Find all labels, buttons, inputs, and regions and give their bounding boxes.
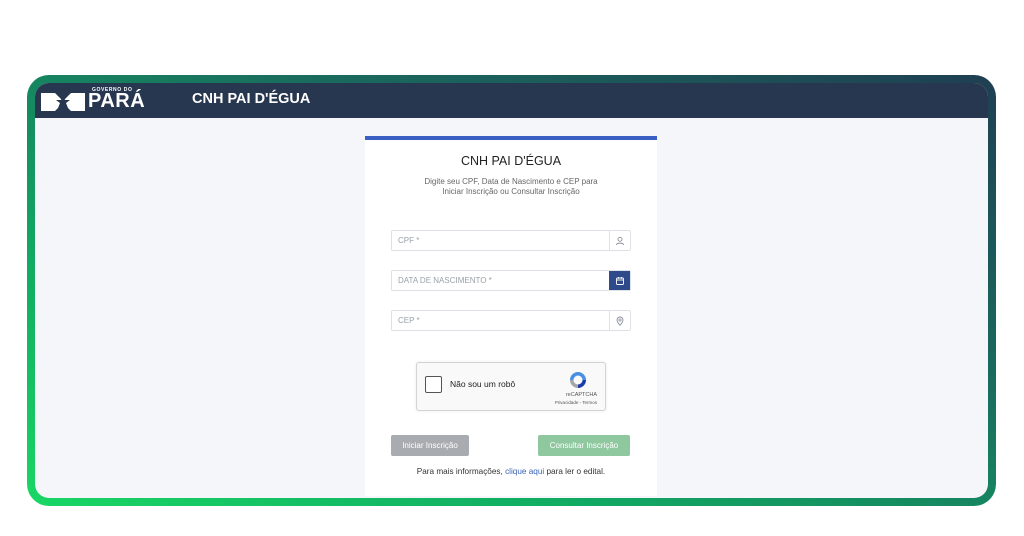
app-title: CNH PAI D'ÉGUA	[192, 91, 311, 107]
recaptcha-checkbox[interactable]	[425, 376, 442, 393]
logo-wordmark: PARÁ	[88, 90, 146, 112]
window-frame: GOVERNO DO PARÁ CNH PAI D'ÉGUA CNH PAI D…	[27, 75, 996, 506]
start-registration-button[interactable]: Iniciar Inscrição	[391, 435, 469, 456]
recaptcha-links[interactable]: Privacidade - Termos	[555, 400, 597, 405]
user-icon	[609, 231, 630, 250]
star-flag-icon	[41, 93, 85, 111]
login-card: CNH PAI D'ÉGUA Digite seu CPF, Data de N…	[365, 136, 657, 496]
cep-field-group	[391, 310, 631, 331]
info-prefix: Para mais informações,	[416, 467, 506, 476]
card-title: CNH PAI D'ÉGUA	[460, 154, 562, 168]
edital-link[interactable]: clique aqui	[505, 467, 544, 476]
birthdate-field-group	[391, 270, 631, 291]
card-subtitle: Digite seu CPF, Data de Nascimento e CEP…	[405, 177, 617, 197]
top-navbar: GOVERNO DO PARÁ CNH PAI D'ÉGUA	[35, 83, 988, 118]
subtitle-line-2: Iniciar Inscrição ou Consultar Inscrição	[442, 187, 580, 196]
cep-input[interactable]	[392, 311, 608, 330]
governo-para-logo[interactable]: GOVERNO DO PARÁ	[41, 87, 145, 114]
check-registration-button[interactable]: Consultar Inscrição	[538, 435, 630, 456]
info-text: Para mais informações, clique aqui para …	[365, 467, 657, 476]
info-suffix: para ler o edital.	[544, 467, 606, 476]
calendar-icon[interactable]	[609, 271, 630, 290]
recaptcha-logo-icon	[570, 372, 586, 388]
cpf-field-group	[391, 230, 631, 251]
subtitle-line-1: Digite seu CPF, Data de Nascimento e CEP…	[424, 177, 598, 186]
recaptcha-brand: reCAPTCHA	[565, 392, 597, 398]
recaptcha-widget: Não sou um robô reCAPTCHA Privacidade - …	[416, 362, 606, 411]
cpf-input[interactable]	[392, 231, 608, 250]
recaptcha-label: Não sou um robô	[450, 379, 516, 389]
location-pin-icon	[609, 311, 630, 330]
app-window: GOVERNO DO PARÁ CNH PAI D'ÉGUA CNH PAI D…	[35, 83, 988, 498]
birthdate-input[interactable]	[392, 271, 608, 290]
